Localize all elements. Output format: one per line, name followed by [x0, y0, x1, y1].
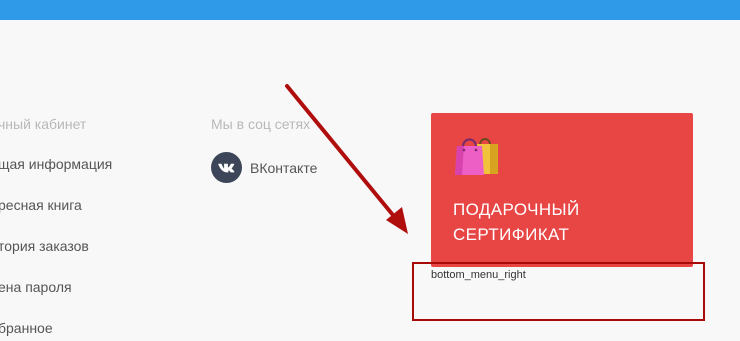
annotation-arrow: [285, 84, 408, 234]
